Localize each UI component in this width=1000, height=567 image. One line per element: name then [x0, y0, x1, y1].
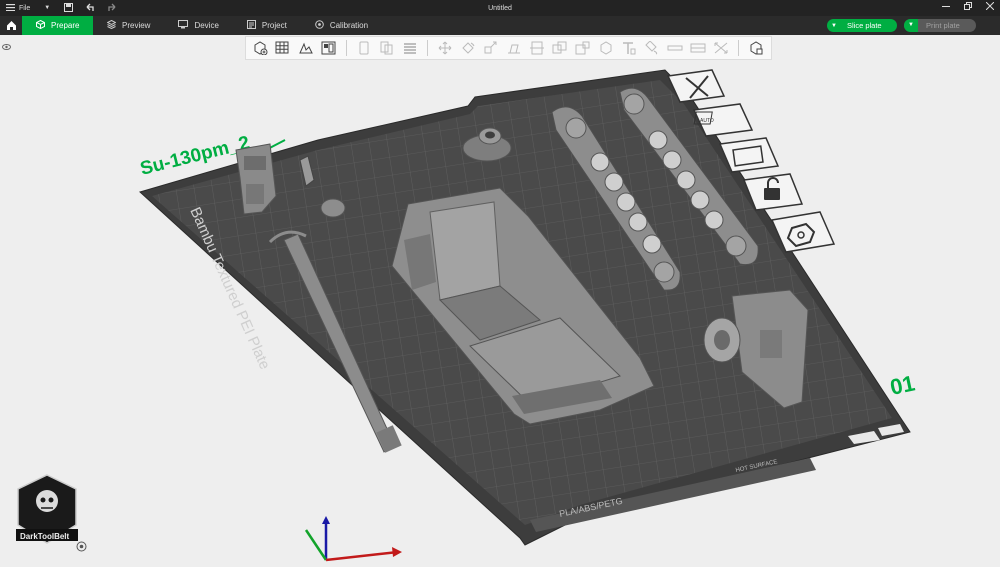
rotate-icon[interactable] — [458, 39, 478, 57]
split-objects-icon[interactable] — [354, 39, 374, 57]
window-title: Untitled — [488, 4, 512, 12]
split-parts-icon[interactable] — [377, 39, 397, 57]
undo-icon[interactable] — [85, 3, 95, 14]
fit-view-icon[interactable] — [711, 39, 731, 57]
visibility-icon[interactable] — [2, 37, 11, 55]
save-icon[interactable] — [64, 2, 73, 14]
tab-prepare-label: Prepare — [51, 21, 80, 30]
file-menu[interactable]: File ▼ — [0, 3, 60, 13]
title-bar: File ▼ Untitled — [0, 0, 1000, 16]
build-plate-scene[interactable]: Su-130pm_2 Bambu Textured PEI Plate 01 P… — [0, 35, 1000, 562]
tab-project[interactable]: Project — [233, 16, 301, 35]
cut-icon[interactable] — [527, 39, 547, 57]
print-plate-label: Print plate — [926, 21, 960, 30]
main-toolbar — [245, 36, 772, 60]
file-menu-label: File — [19, 4, 31, 12]
view-settings-icon[interactable] — [746, 39, 766, 57]
text-tool-icon[interactable] — [619, 39, 639, 57]
print-plate-button[interactable]: ▼ Print plate — [904, 19, 976, 32]
mesh-boolean-icon[interactable] — [550, 39, 570, 57]
variable-layer-icon[interactable] — [400, 39, 420, 57]
model-part-dome — [320, 198, 346, 218]
auto-arrange-label: AUTO — [700, 118, 714, 124]
arrange-icon[interactable] — [319, 39, 339, 57]
calibration-icon — [315, 20, 324, 31]
3d-viewport[interactable]: Su-130pm_2 Bambu Textured PEI Plate 01 P… — [0, 35, 1000, 562]
device-icon — [178, 20, 189, 31]
chevron-down-icon: ▼ — [44, 5, 51, 11]
add-plate-icon[interactable] — [273, 39, 293, 57]
tab-calibration-label: Calibration — [329, 21, 369, 30]
redo-icon[interactable] — [107, 3, 117, 14]
plate-number: 01 — [888, 370, 917, 400]
watermark-logo: DarkToolBelt — [12, 473, 82, 553]
chevron-down-icon[interactable]: ▼ — [827, 23, 841, 29]
move-icon[interactable] — [435, 39, 455, 57]
tab-calibration[interactable]: Calibration — [301, 16, 382, 35]
tab-preview-label: Preview — [122, 21, 151, 30]
tab-project-label: Project — [261, 21, 287, 30]
project-icon — [246, 20, 256, 31]
toolbar-divider — [738, 40, 739, 56]
scale-icon[interactable] — [481, 39, 501, 57]
toolbar-divider — [346, 40, 347, 56]
tab-device[interactable]: Device — [164, 16, 232, 35]
hamburger-icon — [6, 3, 15, 13]
seam-paint-icon[interactable] — [596, 39, 616, 57]
watermark-text: DarkToolBelt — [20, 532, 70, 541]
camera-reset-icon[interactable] — [76, 539, 87, 557]
measure-icon[interactable] — [665, 39, 685, 57]
layers-icon — [106, 19, 117, 31]
minimize-icon[interactable] — [942, 2, 950, 12]
lay-on-face-icon[interactable] — [504, 39, 524, 57]
add-model-icon[interactable] — [250, 39, 270, 57]
restore-icon[interactable] — [964, 2, 972, 12]
chevron-down-icon[interactable]: ▼ — [904, 19, 918, 32]
slice-plate-button[interactable]: ▼ Slice plate — [827, 19, 897, 32]
tab-preview[interactable]: Preview — [93, 16, 164, 35]
toolbar-divider — [427, 40, 428, 56]
cube-icon — [36, 19, 45, 31]
tab-device-label: Device — [194, 21, 219, 30]
assembly-icon[interactable] — [688, 39, 708, 57]
auto-orient-icon[interactable] — [296, 39, 316, 57]
color-paint-icon[interactable] — [642, 39, 662, 57]
tab-prepare[interactable]: Prepare — [22, 16, 93, 35]
axis-gizmo — [304, 516, 402, 562]
close-icon[interactable] — [985, 1, 995, 12]
home-icon[interactable] — [0, 16, 22, 35]
support-paint-icon[interactable] — [573, 39, 593, 57]
slice-plate-label: Slice plate — [847, 21, 882, 30]
